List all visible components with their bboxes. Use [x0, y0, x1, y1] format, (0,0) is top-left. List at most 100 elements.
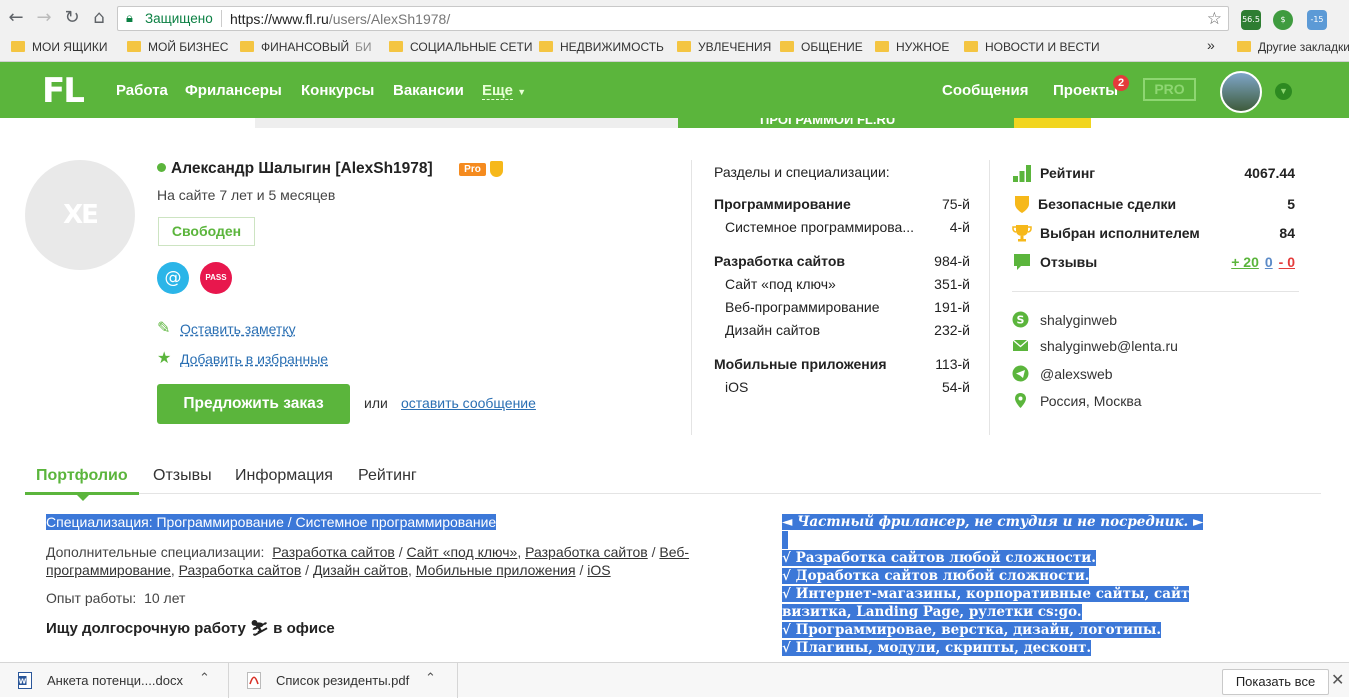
- spec-link[interactable]: Мобильные приложения: [416, 562, 576, 578]
- spec-link[interactable]: Дизайн сайтов: [313, 562, 408, 578]
- folder-icon: [240, 41, 254, 52]
- promo-banner[interactable]: ПРОГРАММОЙ FL.RU: [255, 118, 1091, 128]
- tab-information[interactable]: Информация: [235, 467, 333, 485]
- close-icon[interactable]: ✕: [1331, 670, 1344, 689]
- bookmark-folder[interactable]: НОВОСТИ И ВЕСТИ: [964, 40, 1100, 54]
- status-badge: Свободен: [158, 217, 255, 246]
- profile-avatar: XE: [25, 160, 135, 270]
- specialization-text: Специализация: Программирование / Систем…: [46, 514, 497, 530]
- download-bar: W Анкета потенци....docx ⌃ Список резиде…: [0, 662, 1349, 698]
- bookmark-label: УВЛЕЧЕНИЯ: [698, 40, 772, 54]
- reviews-neutral-link[interactable]: 0: [1265, 254, 1273, 270]
- bookmark-folder[interactable]: НУЖНОЕ: [875, 40, 949, 54]
- tab-rating[interactable]: Рейтинг: [358, 467, 417, 485]
- nav-contests[interactable]: Конкурсы: [301, 82, 374, 99]
- location-pin-icon: [1015, 393, 1026, 408]
- user-menu-caret-icon[interactable]: ▼: [1275, 83, 1292, 100]
- bookmark-item[interactable]: БИ: [355, 40, 372, 54]
- home-icon[interactable]: ⌂: [89, 8, 109, 28]
- bookmark-label: Другие закладки: [1258, 40, 1349, 54]
- about-text: ◄ Частный фрилансер, не студия и не поср…: [782, 513, 1262, 657]
- fl-logo[interactable]: FL: [42, 71, 85, 111]
- projects-count-badge: 2: [1113, 75, 1129, 91]
- active-tab-arrow: [77, 495, 89, 501]
- bookmark-folder[interactable]: МОЙ БИЗНЕС: [127, 40, 228, 54]
- bookmark-folder[interactable]: НЕДВИЖИМОСТЬ: [539, 40, 664, 54]
- star-icon: ★: [157, 348, 172, 367]
- folder-icon: [11, 41, 25, 52]
- spec-link[interactable]: Разработка сайтов: [272, 544, 395, 560]
- user-avatar[interactable]: [1220, 71, 1262, 113]
- spec-link[interactable]: iOS: [587, 562, 610, 578]
- offer-order-button[interactable]: Предложить заказ: [157, 384, 350, 424]
- safe-deals-label: Безопасные сделки: [1038, 196, 1177, 212]
- svg-text:W: W: [19, 678, 27, 686]
- bookmark-star-icon[interactable]: ☆: [1207, 9, 1222, 29]
- banner-text: ПРОГРАММОЙ FL.RU: [760, 118, 896, 127]
- additional-label: Дополнительные специализации:: [46, 544, 265, 560]
- email-verified-icon: @: [157, 262, 189, 294]
- pro-button[interactable]: PRO: [1143, 78, 1196, 101]
- spec-group-name: Мобильные приложения: [714, 356, 887, 372]
- tab-portfolio[interactable]: Портфолио: [36, 467, 128, 485]
- url-host: https://www.fl.ru: [230, 11, 329, 27]
- reviews-label: Отзывы: [1040, 254, 1098, 270]
- pdf-icon: [247, 672, 261, 689]
- looking-for-work: Ищу долгосрочную работу ⛷ в офисе: [46, 620, 335, 637]
- reviews-negative-link[interactable]: - 0: [1279, 254, 1295, 270]
- forward-icon[interactable]: →: [34, 8, 54, 28]
- extension-icon-3[interactable]: -15: [1307, 10, 1327, 30]
- back-icon[interactable]: ←: [6, 8, 26, 28]
- nav-projects[interactable]: Проекты: [1053, 82, 1118, 99]
- pro-tag: Pro: [459, 163, 486, 176]
- download-item[interactable]: Список резиденты.pdf ⌃: [229, 663, 458, 698]
- nav-more[interactable]: Еще ▼: [482, 82, 526, 100]
- bookmark-label: ФИНАНСОВЫЙ: [261, 40, 350, 54]
- telegram-value: @alexsweb: [1040, 366, 1113, 382]
- chevron-up-icon[interactable]: ⌃: [199, 671, 210, 686]
- spec-link[interactable]: Разработка сайтов: [179, 562, 302, 578]
- leave-message-link[interactable]: оставить сообщение: [401, 395, 536, 411]
- bookmark-folder[interactable]: УВЛЕЧЕНИЯ: [677, 40, 771, 54]
- leave-note-link[interactable]: Оставить заметку: [180, 321, 296, 337]
- reviews-values: + 20 0 - 0: [1231, 254, 1295, 270]
- extension-icon-2[interactable]: $: [1273, 10, 1293, 30]
- download-item[interactable]: W Анкета потенци....docx ⌃: [0, 663, 229, 698]
- nav-work[interactable]: Работа: [116, 82, 168, 99]
- bookmark-label: НУЖНОЕ: [896, 40, 950, 54]
- nav-messages[interactable]: Сообщения: [942, 82, 1028, 99]
- address-bar[interactable]: 🔒︎ Защищено https://www.fl.ru/users/Alex…: [117, 6, 1229, 31]
- envelope-icon: [1012, 339, 1029, 351]
- bookmark-folder[interactable]: ОБЩЕНИЕ: [780, 40, 863, 54]
- tab-reviews[interactable]: Отзывы: [153, 467, 212, 485]
- chevron-up-icon[interactable]: ⌃: [425, 671, 436, 686]
- spec-group-rank: 113-й: [935, 356, 970, 372]
- bookmark-folder[interactable]: ФИНАНСОВЫЙ: [240, 40, 349, 54]
- folder-icon: [1237, 41, 1251, 52]
- reviews-positive-link[interactable]: + 20: [1231, 254, 1259, 270]
- nav-vacancies[interactable]: Вакансии: [393, 82, 464, 99]
- avatar-placeholder-text: XE: [63, 200, 99, 230]
- url-text[interactable]: https://www.fl.ru/users/AlexSh1978/: [230, 11, 450, 27]
- spec-link[interactable]: Разработка сайтов: [525, 544, 648, 560]
- other-bookmarks[interactable]: Другие закладки: [1237, 40, 1349, 54]
- download-filename: Анкета потенци....docx: [47, 673, 183, 688]
- folder-icon: [127, 41, 141, 52]
- experience-value: 10 лет: [144, 590, 186, 606]
- show-all-downloads-button[interactable]: Показать все: [1222, 669, 1329, 695]
- bookmark-folder[interactable]: СОЦИАЛЬНЫЕ СЕТИ: [389, 40, 533, 54]
- reload-icon[interactable]: ↻: [62, 8, 82, 28]
- bookmark-folder[interactable]: МОИ ЯЩИКИ: [11, 40, 107, 54]
- pass-verified-icon: PASS: [200, 262, 232, 294]
- nav-freelancers[interactable]: Фрилансеры: [185, 82, 282, 99]
- spec-link[interactable]: Сайт «под ключ»: [407, 544, 518, 560]
- bookmarks-overflow[interactable]: »: [1207, 37, 1215, 53]
- folder-icon: [677, 41, 691, 52]
- comment-icon: [1014, 254, 1030, 270]
- bookmarks-bar: МОИ ЯЩИКИ МОЙ БИЗНЕС ФИНАНСОВЫЙ БИ СОЦИА…: [0, 37, 1349, 59]
- add-favorite-link[interactable]: Добавить в избранные: [180, 351, 328, 367]
- nav-more-label: Еще: [482, 82, 514, 100]
- extension-icon-1[interactable]: 56.5: [1241, 10, 1261, 30]
- spec-item-rank: 191-й: [934, 299, 970, 315]
- rating-value: 4067.44: [1244, 165, 1295, 181]
